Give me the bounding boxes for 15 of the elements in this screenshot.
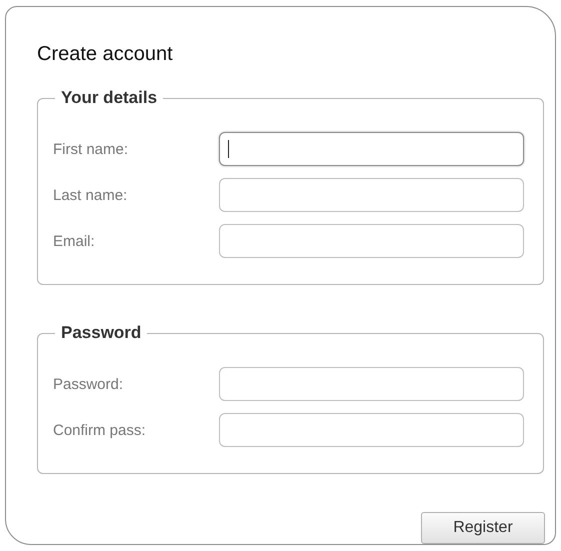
input-field[interactable] (219, 413, 524, 447)
field-label: Password: (53, 376, 124, 392)
field-label: Confirm pass: (53, 422, 147, 438)
form-title: Create account (37, 43, 174, 66)
field-label: First name: (53, 140, 130, 158)
section-legend: Password (55, 323, 148, 343)
input-field[interactable] (219, 178, 524, 212)
input-field[interactable] (219, 224, 524, 258)
register-button[interactable]: Register (421, 512, 545, 544)
input-field[interactable] (219, 367, 524, 401)
section-legend: Your details (55, 88, 164, 108)
field-label: Email: (53, 232, 96, 250)
input-field[interactable] (219, 132, 524, 166)
text-cursor (228, 140, 229, 158)
field-label: Last name: (53, 186, 128, 204)
